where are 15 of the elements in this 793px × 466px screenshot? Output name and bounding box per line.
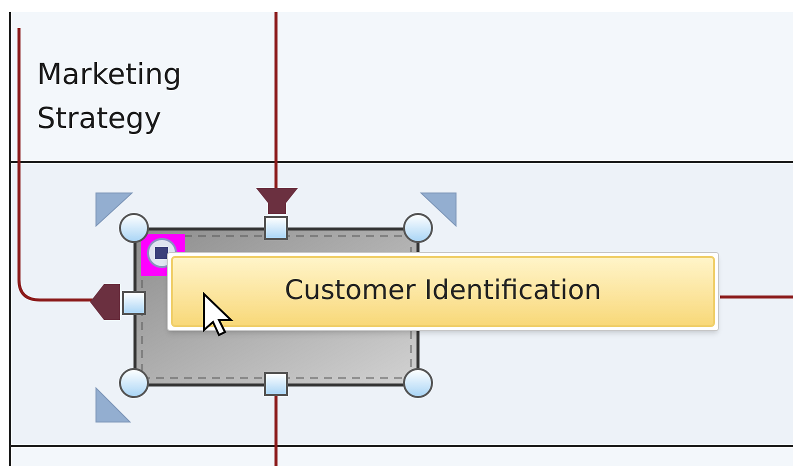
- resize-handle[interactable]: [119, 368, 149, 398]
- connection-point-icon: [90, 284, 120, 320]
- cursor-icon: [202, 292, 234, 338]
- resize-handle[interactable]: [403, 368, 433, 398]
- resize-handle[interactable]: [403, 213, 433, 243]
- resize-handle[interactable]: [122, 291, 146, 315]
- resize-handle[interactable]: [119, 213, 149, 243]
- tooltip: Customer Identification: [167, 252, 719, 331]
- lane-label: Marketing Strategy: [37, 56, 183, 137]
- rotate-handle-icon: [420, 192, 456, 228]
- rotate-handle-icon: [96, 192, 134, 228]
- connection-point-icon: [256, 188, 298, 214]
- resize-handle[interactable]: [264, 372, 288, 396]
- rotate-handle-icon: [96, 386, 132, 422]
- resize-handle[interactable]: [264, 216, 288, 240]
